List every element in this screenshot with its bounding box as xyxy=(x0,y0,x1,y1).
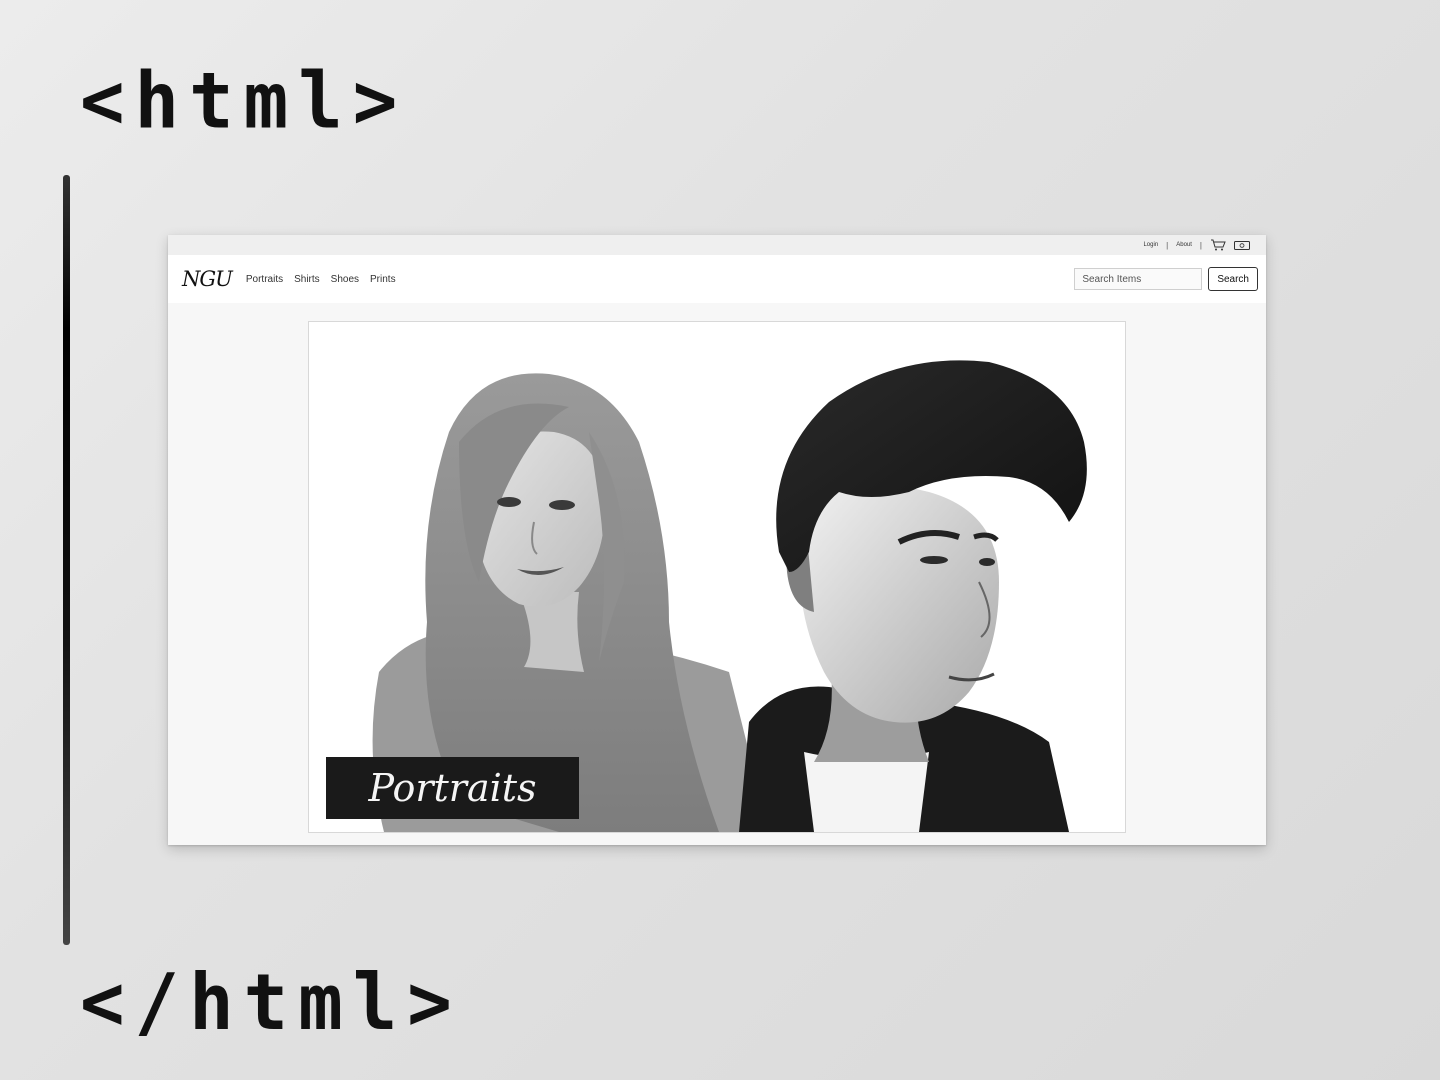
utility-separator: | xyxy=(1199,240,1202,250)
about-link[interactable]: About xyxy=(1176,242,1192,248)
brand-logo[interactable]: NGU xyxy=(182,267,233,291)
nav-link-prints[interactable]: Prints xyxy=(370,274,396,285)
html-open-tag: <html> xyxy=(80,55,408,147)
hero-banner[interactable]: Portraits xyxy=(308,321,1126,833)
navbar: NGU Portraits Shirts Shoes Prints Search xyxy=(168,255,1266,303)
pencil-line xyxy=(63,175,70,945)
nav-link-portraits[interactable]: Portraits xyxy=(246,274,283,285)
cash-icon[interactable] xyxy=(1234,240,1250,250)
nav-link-shoes[interactable]: Shoes xyxy=(331,274,359,285)
utility-separator: | xyxy=(1166,240,1169,250)
html-close-tag: </html> xyxy=(80,957,462,1049)
utility-bar: Login | About | xyxy=(168,235,1266,255)
login-link[interactable]: Login xyxy=(1143,242,1158,248)
cart-icon[interactable] xyxy=(1210,239,1226,251)
nav-link-shirts[interactable]: Shirts xyxy=(294,274,320,285)
website-mockup: Login | About | NGU Portraits Shirts Sho… xyxy=(168,235,1266,845)
portrait-illustration xyxy=(372,360,1087,832)
search-input[interactable] xyxy=(1074,268,1203,290)
search-button[interactable]: Search xyxy=(1208,267,1258,291)
hero-category-label[interactable]: Portraits xyxy=(326,757,579,819)
